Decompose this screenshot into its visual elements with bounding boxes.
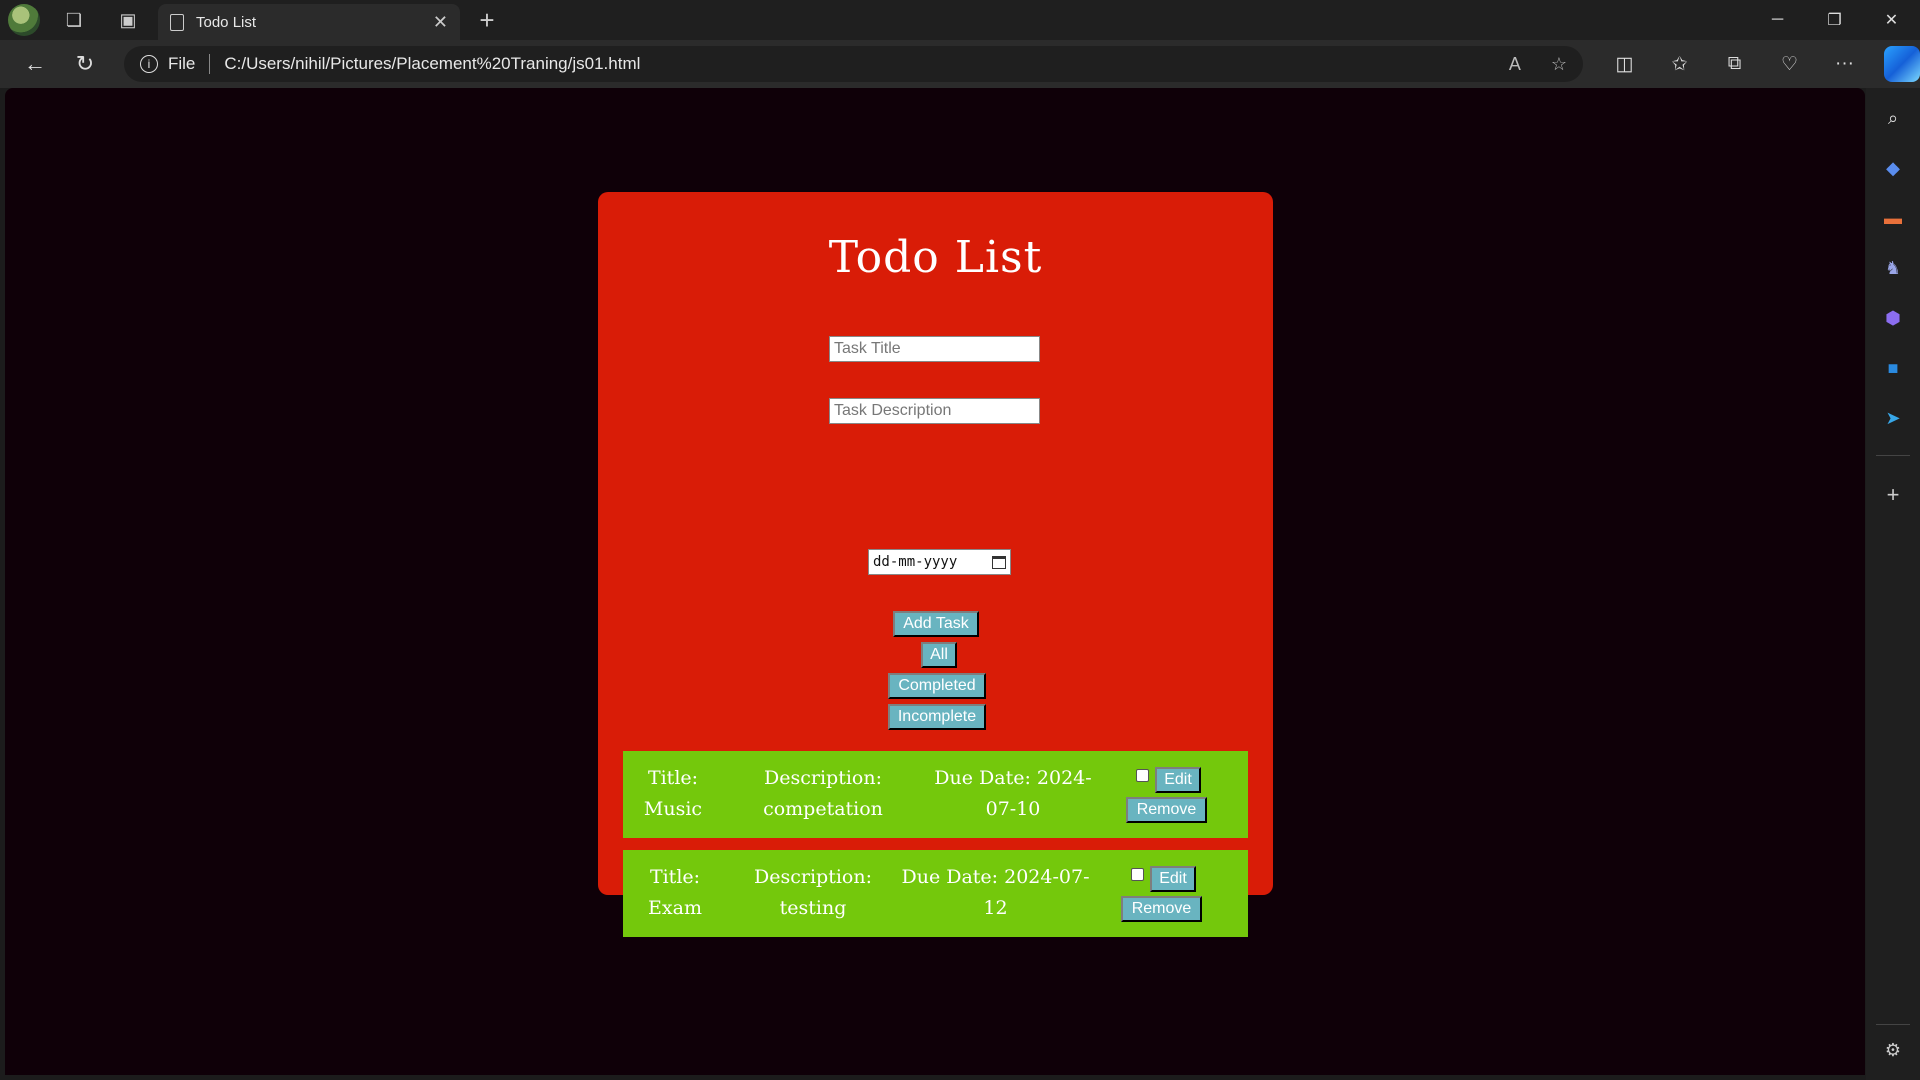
add-task-button[interactable]: Add Task bbox=[893, 611, 979, 637]
edit-button[interactable]: Edit bbox=[1155, 767, 1201, 793]
task-item: Title: Exam Description: testing Due Dat… bbox=[623, 850, 1248, 937]
copilot-icon[interactable] bbox=[1884, 46, 1920, 82]
scheme-label: File bbox=[167, 54, 196, 73]
workspaces-icon[interactable]: ❏ bbox=[54, 0, 94, 40]
close-tab-icon[interactable]: ✕ bbox=[433, 12, 448, 33]
filter-completed-button[interactable]: Completed bbox=[888, 673, 986, 699]
task-item: Title: Music Description: competation Du… bbox=[623, 751, 1248, 838]
todo-app-card: Todo List dd-mm-yyyy Add Task All Comple… bbox=[598, 192, 1273, 937]
description-label: Description: bbox=[764, 767, 882, 789]
outlook-icon[interactable]: ■ bbox=[1879, 354, 1907, 382]
task-title: Title: Exam bbox=[645, 862, 705, 924]
due-date-line: Due Date: 2024-07- bbox=[901, 866, 1090, 888]
more-icon[interactable]: ··· bbox=[1817, 44, 1872, 84]
vertical-tabs-icon[interactable]: ▣ bbox=[108, 0, 148, 40]
restore-button[interactable]: ❐ bbox=[1806, 0, 1863, 40]
navigation-bar: ← ↻ i File C:/Users/nihil/Pictures/Place… bbox=[0, 40, 1920, 88]
edit-button[interactable]: Edit bbox=[1150, 866, 1196, 892]
toolbar: ◫ ✩ ⧉ ♡ ··· bbox=[1597, 44, 1872, 84]
divider bbox=[1876, 1024, 1910, 1025]
minimize-button[interactable]: ─ bbox=[1749, 0, 1806, 40]
page-icon bbox=[170, 13, 184, 31]
remove-button[interactable]: Remove bbox=[1121, 896, 1202, 922]
search-icon[interactable]: ⌕ bbox=[1879, 104, 1907, 132]
due-date-line: 07-10 bbox=[985, 798, 1041, 820]
page-viewport: Todo List dd-mm-yyyy Add Task All Comple… bbox=[5, 88, 1865, 1075]
site-info-icon[interactable]: i bbox=[139, 55, 158, 73]
favorites-icon[interactable]: ✩ bbox=[1652, 44, 1707, 84]
description-label: Description: bbox=[754, 866, 872, 888]
title-label: Title: bbox=[647, 767, 699, 789]
edge-sidebar: ⌕ ◆ ▬ ♞ ⬢ ■ ➤ + ⚙ bbox=[1866, 88, 1920, 1080]
due-date-line: 12 bbox=[983, 897, 1008, 919]
split-screen-icon[interactable]: ◫ bbox=[1597, 44, 1652, 84]
toolbox-icon[interactable]: ▬ bbox=[1879, 204, 1907, 232]
filter-incomplete-button[interactable]: Incomplete bbox=[888, 704, 986, 730]
filter-all-button[interactable]: All bbox=[921, 642, 957, 668]
page-title: Todo List bbox=[828, 232, 1043, 283]
tab-strip: ❏ ▣ Todo List ✕ + ─ ❐ ✕ bbox=[0, 0, 1920, 40]
description-value: testing bbox=[779, 897, 847, 919]
task-title: Title: Music bbox=[643, 763, 703, 825]
collections-icon[interactable]: ⧉ bbox=[1707, 44, 1762, 84]
task-description-input[interactable] bbox=[829, 398, 1040, 424]
tag-icon[interactable]: ◆ bbox=[1879, 154, 1907, 182]
task-complete-checkbox[interactable] bbox=[1131, 868, 1144, 881]
task-description: Description: testing bbox=[743, 862, 883, 924]
refresh-icon[interactable]: ↻ bbox=[60, 44, 110, 84]
back-icon[interactable]: ← bbox=[10, 44, 60, 84]
add-icon[interactable]: + bbox=[1879, 481, 1907, 509]
calendar-icon[interactable] bbox=[992, 555, 1006, 569]
task-title-input[interactable] bbox=[829, 336, 1040, 362]
title-label: Title: bbox=[649, 866, 701, 888]
divider bbox=[209, 54, 211, 74]
favorite-star-icon[interactable]: ☆ bbox=[1551, 54, 1567, 75]
browser-essentials-icon[interactable]: ♡ bbox=[1762, 44, 1817, 84]
settings-icon[interactable]: ⚙ bbox=[1879, 1036, 1907, 1064]
address-bar[interactable]: i File C:/Users/nihil/Pictures/Placement… bbox=[123, 46, 1584, 82]
title-value: Exam bbox=[648, 897, 702, 919]
due-date-line: Due Date: 2024- bbox=[934, 767, 1092, 789]
remove-button[interactable]: Remove bbox=[1126, 797, 1207, 823]
games-icon[interactable]: ♞ bbox=[1879, 254, 1907, 282]
tab-title: Todo List bbox=[196, 13, 257, 31]
window-controls: ─ ❐ ✕ bbox=[1749, 0, 1920, 40]
send-icon[interactable]: ➤ bbox=[1879, 404, 1907, 432]
new-tab-button[interactable]: + bbox=[472, 5, 502, 36]
tab-todo-list[interactable]: Todo List ✕ bbox=[158, 4, 460, 40]
divider bbox=[1876, 455, 1910, 456]
task-complete-checkbox[interactable] bbox=[1136, 769, 1149, 782]
read-aloud-icon[interactable]: A bbox=[1509, 54, 1521, 75]
url-text[interactable]: C:/Users/nihil/Pictures/Placement%20Tran… bbox=[224, 54, 1479, 74]
date-placeholder: dd-mm-yyyy bbox=[873, 554, 958, 570]
close-window-button[interactable]: ✕ bbox=[1863, 0, 1920, 40]
due-date-input[interactable]: dd-mm-yyyy bbox=[868, 549, 1011, 575]
m365-icon[interactable]: ⬢ bbox=[1879, 304, 1907, 332]
task-due-date: Due Date: 2024- 07-10 bbox=[928, 763, 1098, 825]
title-value: Music bbox=[643, 798, 703, 820]
description-value: competation bbox=[763, 798, 883, 820]
task-description: Description: competation bbox=[753, 763, 893, 825]
task-due-date: Due Date: 2024-07- 12 bbox=[893, 862, 1098, 924]
profile-avatar[interactable] bbox=[8, 4, 40, 36]
